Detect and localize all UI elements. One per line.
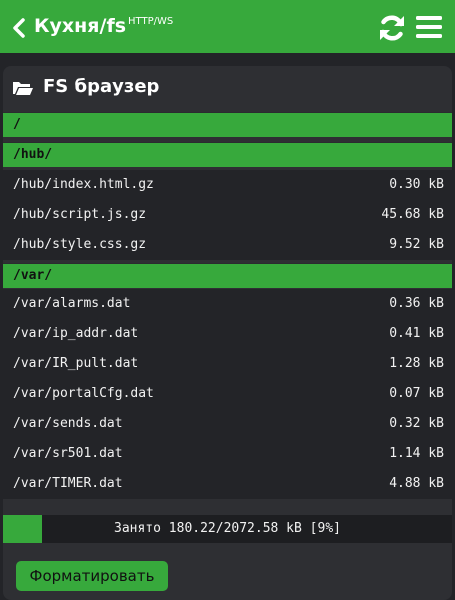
file-name: /var/alarms.dat: [13, 296, 131, 311]
file-name: /var/IR_pult.dat: [13, 356, 139, 371]
file-size: 1.14 kB: [389, 446, 444, 461]
file-size: 0.36 kB: [389, 296, 444, 311]
storage-usage-text: Занято 180.22/2072.58 kB [9%]: [114, 521, 341, 536]
file-row[interactable]: /hub/script.js.gz 45.68 kB: [3, 200, 452, 230]
storage-usage-bar: Занято 180.22/2072.58 kB [9%]: [3, 515, 452, 543]
protocol-label: HTTP/WS: [128, 15, 174, 27]
file-name: /hub/style.css.gz: [13, 237, 147, 252]
file-row[interactable]: /hub/index.html.gz 0.30 kB: [3, 170, 452, 200]
file-row[interactable]: /var/ip_addr.dat 0.41 kB: [3, 319, 452, 349]
dir-name: /var/: [13, 268, 53, 283]
folder-open-icon: [13, 82, 33, 95]
file-name: /var/portalCfg.dat: [13, 386, 154, 401]
dir-name: /: [13, 117, 21, 132]
dir-row-hub[interactable]: /hub/: [3, 142, 452, 167]
file-name: /var/sr501.dat: [13, 446, 123, 461]
format-button[interactable]: Форматировать: [16, 561, 168, 591]
panel-title: FS браузер: [43, 76, 160, 97]
file-row[interactable]: /var/IR_pult.dat 1.28 kB: [3, 349, 452, 379]
file-size: 9.52 kB: [389, 237, 444, 252]
file-row[interactable]: /var/alarms.dat 0.36 kB: [3, 289, 452, 319]
file-row[interactable]: /hub/style.css.gz 9.52 kB: [3, 230, 452, 260]
top-bar: Кухня/fs HTTP/WS: [0, 0, 455, 53]
menu-icon[interactable]: [416, 15, 442, 39]
dir-name: /hub/: [13, 147, 53, 162]
refresh-icon[interactable]: [377, 13, 407, 43]
file-row[interactable]: /var/sends.dat 0.32 kB: [3, 409, 452, 439]
file-size: 45.68 kB: [381, 207, 444, 222]
dir-row-var[interactable]: /var/: [3, 263, 452, 288]
file-size: 0.30 kB: [389, 177, 444, 192]
file-row[interactable]: /var/TIMER.dat 4.88 kB: [3, 469, 452, 499]
file-row[interactable]: /var/portalCfg.dat 0.07 kB: [3, 379, 452, 409]
file-size: 0.32 kB: [389, 416, 444, 431]
file-name: /hub/script.js.gz: [13, 207, 147, 222]
app-title-text: Кухня/fs: [34, 15, 127, 37]
file-name: /var/TIMER.dat: [13, 476, 123, 491]
dir-row-root[interactable]: /: [3, 112, 452, 137]
file-name: /hub/index.html.gz: [13, 177, 154, 192]
app-title: Кухня/fs HTTP/WS: [34, 15, 173, 37]
file-name: /var/sends.dat: [13, 416, 123, 431]
file-name: /var/ip_addr.dat: [13, 326, 139, 341]
file-size: 1.28 kB: [389, 356, 444, 371]
file-size: 0.41 kB: [389, 326, 444, 341]
file-size: 0.07 kB: [389, 386, 444, 401]
chevron-left-icon[interactable]: [12, 18, 26, 38]
file-row[interactable]: /var/sr501.dat 1.14 kB: [3, 439, 452, 469]
file-size: 4.88 kB: [389, 476, 444, 491]
